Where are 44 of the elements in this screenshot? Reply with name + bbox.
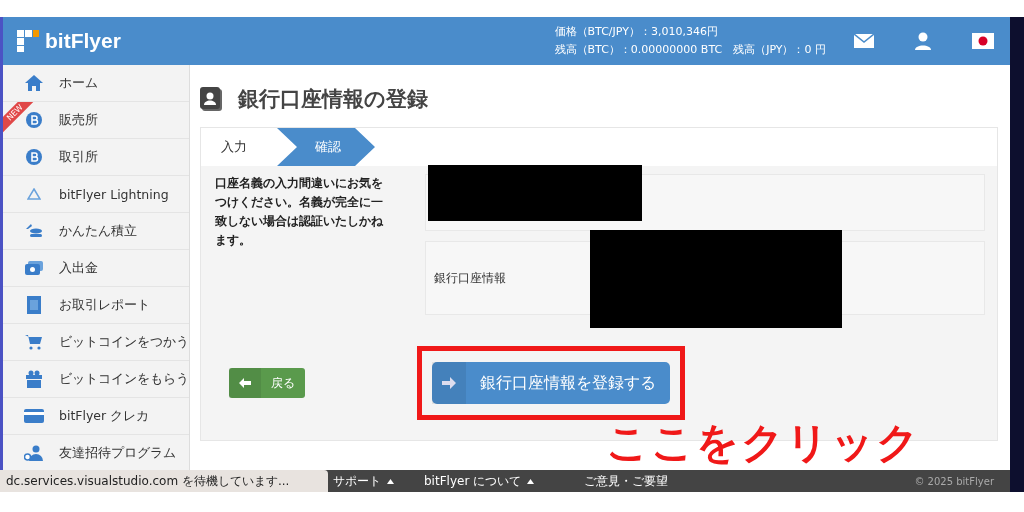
footer-link[interactable]: bitFlyer について <box>424 472 522 490</box>
coin-stack-icon <box>25 223 43 239</box>
document-icon <box>27 296 41 314</box>
home-icon <box>25 75 43 91</box>
coin-icon <box>26 149 42 165</box>
notice-text: 口座名義の入力間違いにお気をつけください。名義が完全に一致しない場合は認証いたしかねます。 <box>215 175 384 249</box>
caret-up-icon <box>387 478 394 484</box>
flag-icon[interactable] <box>972 33 994 49</box>
copyright-text: © 2025 bitFlyer <box>914 475 994 487</box>
balance-text: 残高（JPY）：0 円 <box>733 43 826 56</box>
sidebar-item[interactable]: ビットコインをもらう <box>3 361 189 398</box>
caret-up-icon <box>527 478 535 484</box>
sidebar-item[interactable]: 入出金 <box>3 250 189 287</box>
logo-text[interactable]: bitFlyer <box>45 29 121 53</box>
price-text: 価格（BTC/JPY）：3,010,346円 <box>554 24 719 40</box>
mail-icon[interactable] <box>854 34 874 48</box>
cash-icon <box>24 260 44 276</box>
sidebar-item[interactable]: ビットコインをつかう <box>3 324 189 361</box>
people-icon <box>24 445 44 461</box>
annotation-text: ここをクリック <box>606 418 921 467</box>
step-tab[interactable]: 確認 <box>277 128 375 166</box>
coin-icon <box>26 112 42 128</box>
logo-icon <box>17 30 39 52</box>
step-tab[interactable]: 入力 <box>201 128 277 166</box>
contact-card-icon <box>200 87 224 111</box>
user-icon[interactable] <box>914 32 932 50</box>
triangle-icon <box>27 188 41 200</box>
cart-icon <box>25 334 43 350</box>
sidebar-item[interactable]: 取引所 <box>3 139 189 176</box>
sidebar-item[interactable]: かんたん積立 <box>3 213 189 250</box>
sidebar-item[interactable]: ホーム <box>3 65 189 102</box>
gift-icon <box>26 370 42 388</box>
submit-button[interactable]: 銀行口座情報を登録する <box>432 362 670 404</box>
sidebar-item[interactable]: bitFlyer クレカ <box>3 398 189 435</box>
sidebar-item[interactable]: bitFlyer Lightning <box>3 176 189 213</box>
page-title: 銀行口座情報の登録 <box>238 86 428 113</box>
right-arrow-icon <box>442 377 456 389</box>
sidebar-item[interactable]: お取引レポート <box>3 287 189 324</box>
status-text: dc.services.visualstudio.com を待機しています... <box>6 472 290 490</box>
footer-link[interactable]: ご意見・ご要望 <box>584 472 669 490</box>
balance-text: 残高（BTC）：0.00000000 BTC <box>554 43 723 56</box>
left-arrow-icon <box>239 378 251 388</box>
footer-link[interactable]: サポート <box>333 472 381 490</box>
credit-card-icon <box>24 409 44 423</box>
